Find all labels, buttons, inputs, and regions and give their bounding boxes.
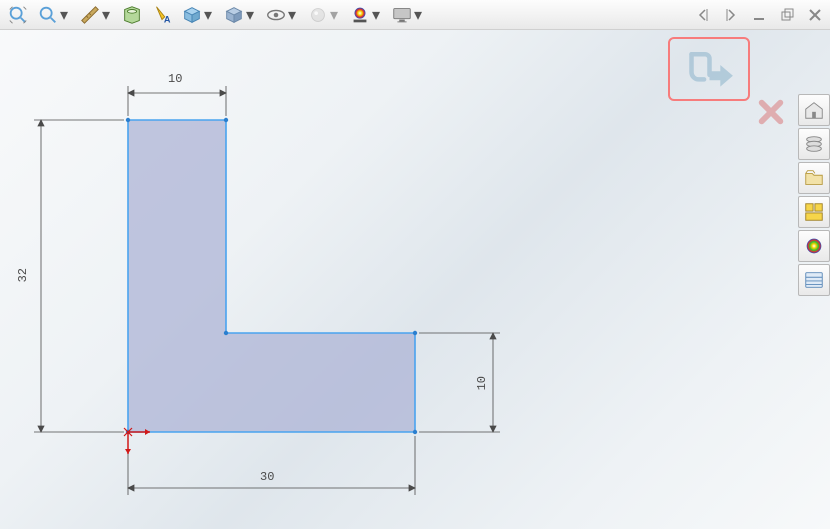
zoom-area-button[interactable]	[34, 1, 62, 29]
restore-button[interactable]	[776, 6, 798, 24]
monitor-icon	[391, 4, 413, 26]
cube-button[interactable]	[220, 1, 248, 29]
minimize-icon	[752, 8, 766, 22]
sketch-profile[interactable]	[128, 120, 415, 432]
dimension-top-width[interactable]	[128, 86, 226, 116]
visibility-icon	[265, 4, 287, 26]
dropdown-arrow-icon[interactable]: ▾	[204, 5, 214, 25]
dropdown-arrow-icon[interactable]: ▾	[102, 5, 112, 25]
monitor-button[interactable]	[388, 1, 416, 29]
box-icon	[181, 4, 203, 26]
render-button[interactable]	[346, 1, 374, 29]
dimension-value[interactable]: 10	[475, 376, 489, 390]
next-arrow-icon	[724, 8, 738, 22]
zoom-area-icon	[37, 4, 59, 26]
dropdown-arrow-icon[interactable]: ▾	[414, 5, 424, 25]
cad-app-window: ▾ ▾ A ▾ ▾ ▾ ▾ ▾ ▾	[0, 0, 830, 529]
section-view-button[interactable]	[118, 1, 146, 29]
cube-icon	[223, 4, 245, 26]
graphics-area[interactable]: 10 32 10 30	[0, 30, 830, 529]
minimize-button[interactable]	[748, 6, 770, 24]
next-window-button[interactable]	[720, 6, 742, 24]
section-view-icon	[121, 4, 143, 26]
appearance-button[interactable]: A	[148, 1, 176, 29]
sphere-icon	[307, 4, 329, 26]
dimension-value[interactable]: 32	[16, 268, 30, 282]
dimension-value[interactable]: 30	[260, 470, 274, 484]
sketch-svg	[0, 30, 830, 529]
box-button[interactable]	[178, 1, 206, 29]
close-button[interactable]	[804, 6, 826, 24]
view-toolbar: ▾ ▾ A ▾ ▾ ▾ ▾ ▾ ▾	[0, 0, 830, 30]
dimension-height[interactable]	[34, 120, 124, 432]
dimension-bottom-width[interactable]	[128, 436, 415, 495]
prev-arrow-icon	[696, 8, 710, 22]
dropdown-arrow-icon[interactable]: ▾	[330, 5, 340, 25]
sphere-button[interactable]	[304, 1, 332, 29]
dimension-value[interactable]: 10	[168, 72, 182, 86]
render-icon	[349, 4, 371, 26]
visibility-button[interactable]	[262, 1, 290, 29]
measure-button[interactable]	[76, 1, 104, 29]
close-icon	[808, 8, 822, 22]
prev-window-button[interactable]	[692, 6, 714, 24]
dropdown-arrow-icon[interactable]: ▾	[372, 5, 382, 25]
zoom-fit-icon	[7, 4, 29, 26]
sketch-origin[interactable]	[124, 428, 150, 454]
zoom-fit-button[interactable]	[4, 1, 32, 29]
measure-icon	[79, 4, 101, 26]
dropdown-arrow-icon[interactable]: ▾	[60, 5, 70, 25]
dropdown-arrow-icon[interactable]: ▾	[246, 5, 256, 25]
dropdown-arrow-icon[interactable]: ▾	[288, 5, 298, 25]
svg-text:A: A	[164, 14, 171, 24]
appearance-icon: A	[151, 4, 173, 26]
restore-icon	[780, 8, 794, 22]
